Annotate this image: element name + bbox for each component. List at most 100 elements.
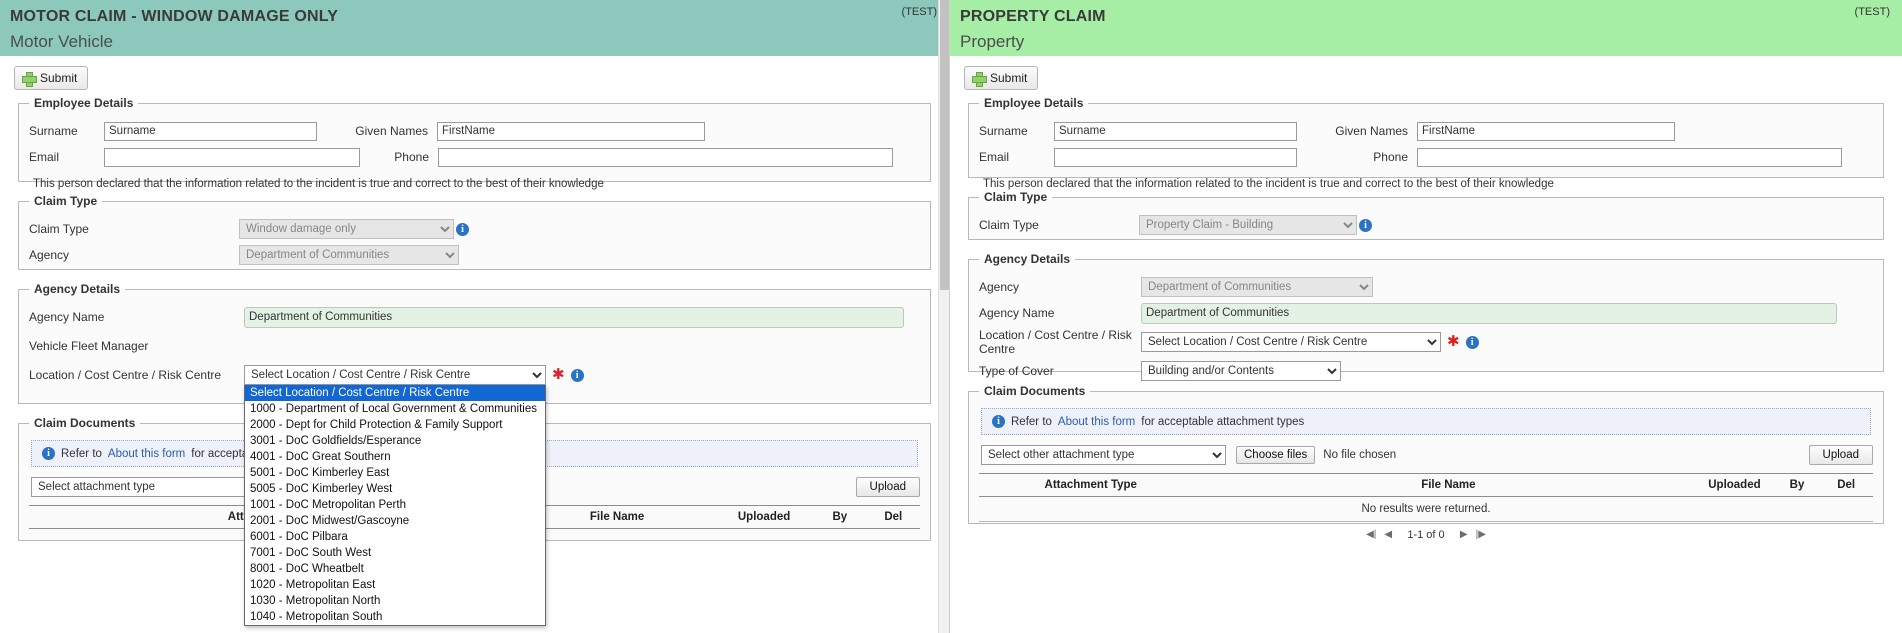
motor-agency-select[interactable]: Department of Communities xyxy=(239,245,459,265)
info-icon[interactable]: i xyxy=(456,222,469,236)
motor-email-input[interactable] xyxy=(104,147,360,167)
property-cover-select[interactable]: Building and/or Contents xyxy=(1141,361,1341,381)
property-agency-select[interactable]: Department of Communities xyxy=(1141,277,1373,297)
property-test-tag: (TEST) xyxy=(1854,6,1890,18)
pager-next-icon[interactable]: ▶ xyxy=(1457,528,1471,542)
choose-files-button[interactable]: Choose files xyxy=(1236,446,1316,464)
property-cover-label: Type of Cover xyxy=(979,364,1054,378)
motor-agency-name-field xyxy=(244,306,904,328)
property-agency-details-legend: Agency Details xyxy=(984,252,1071,266)
location-option-7[interactable]: 1001 - DoC Metropolitan Perth xyxy=(245,497,545,513)
property-banner-subtitle: Property xyxy=(960,32,1025,51)
motor-surname-input[interactable] xyxy=(104,121,317,141)
property-location-select[interactable]: Select Location / Cost Centre / Risk Cen… xyxy=(1141,332,1441,352)
location-option-2[interactable]: 2000 - Dept for Child Protection & Famil… xyxy=(245,417,545,433)
property-given-names-label: Given Names xyxy=(1335,124,1408,138)
property-notice-prefix: Refer to xyxy=(1011,415,1052,428)
motor-claim-pane: MOTOR CLAIM - WINDOW DAMAGE ONLY Motor V… xyxy=(0,0,950,633)
pager-first-icon[interactable]: ◀| xyxy=(1364,528,1378,542)
location-option-14[interactable]: 1040 - Metropolitan South xyxy=(245,609,545,625)
property-attachment-notice: i Refer to About this form for acceptabl… xyxy=(981,408,1871,435)
motor-claim-type-select[interactable]: Window damage only xyxy=(239,219,454,239)
motor-location-label: Location / Cost Centre / Risk Centre xyxy=(29,368,222,382)
location-option-13[interactable]: 1030 - Metropolitan North xyxy=(245,593,545,609)
property-attachment-type-select[interactable]: Select other attachment type xyxy=(981,445,1226,465)
location-option-3[interactable]: 3001 - DoC Goldfields/Esperance xyxy=(245,433,545,449)
location-option-12[interactable]: 1020 - Metropolitan East xyxy=(245,577,545,593)
property-claim-type-label: Claim Type xyxy=(979,218,1039,232)
pager-prev-icon[interactable]: ◀ xyxy=(1381,528,1395,542)
motor-agency-label: Agency xyxy=(29,248,70,262)
property-upload-button[interactable]: Upload xyxy=(1808,445,1873,465)
property-email-input[interactable] xyxy=(1054,147,1297,167)
info-icon[interactable]: i xyxy=(1359,218,1372,232)
motor-col-uploaded: Uploaded xyxy=(715,505,814,529)
motor-banner: MOTOR CLAIM - WINDOW DAMAGE ONLY Motor V… xyxy=(0,0,949,56)
property-declaration-text: This person declared that the informatio… xyxy=(983,178,1554,190)
location-option-4[interactable]: 4001 - DoC Great Southern xyxy=(245,449,545,465)
property-employee-details-fieldset: Employee Details Surname Given Names Ema… xyxy=(968,96,1884,190)
pager-last-icon[interactable]: |▶ xyxy=(1474,528,1488,542)
property-claim-documents-legend: Claim Documents xyxy=(984,384,1086,398)
info-icon[interactable]: i xyxy=(1465,335,1479,349)
property-col-del: Del xyxy=(1819,473,1873,497)
motor-pane-scroll-thumb[interactable] xyxy=(940,0,949,290)
property-surname-input[interactable] xyxy=(1054,121,1297,141)
location-option-0[interactable]: Select Location / Cost Centre / Risk Cen… xyxy=(245,385,545,401)
motor-pane-scrollbar[interactable] xyxy=(938,0,949,633)
plus-icon xyxy=(972,71,987,87)
property-claim-type-select[interactable]: Property Claim - Building xyxy=(1139,215,1357,235)
motor-submit-button[interactable]: Submit xyxy=(14,66,89,90)
motor-phone-input[interactable] xyxy=(438,147,893,167)
location-option-11[interactable]: 8001 - DoC Wheatbelt xyxy=(245,561,545,577)
property-employee-legend: Employee Details xyxy=(984,96,1084,110)
motor-claim-type-legend: Claim Type xyxy=(34,194,98,208)
location-option-9[interactable]: 6001 - DoC Pilbara xyxy=(245,529,545,545)
info-icon: i xyxy=(992,415,1005,428)
location-option-6[interactable]: 5005 - DoC Kimberley West xyxy=(245,481,545,497)
location-option-10[interactable]: 7001 - DoC South West xyxy=(245,545,545,561)
motor-location-dropdown-list[interactable]: Select Location / Cost Centre / Risk Cen… xyxy=(244,385,546,626)
motor-fleet-manager-label: Vehicle Fleet Manager xyxy=(29,339,149,353)
motor-location-select[interactable]: Select Location / Cost Centre / Risk Cen… xyxy=(244,365,546,385)
property-notice-suffix: for acceptable attachment types xyxy=(1141,415,1305,428)
motor-upload-button[interactable]: Upload xyxy=(855,477,920,497)
motor-claim-type-fieldset: Claim Type Claim Type Window damage only… xyxy=(18,194,931,270)
property-given-names-input[interactable] xyxy=(1417,121,1675,141)
property-no-results-message: No results were returned. xyxy=(979,496,1873,522)
motor-claim-type-label: Claim Type xyxy=(29,222,89,236)
property-agency-name-field xyxy=(1141,302,1837,324)
motor-col-by: By xyxy=(813,505,867,529)
pager-range-label: 1-1 of 0 xyxy=(1407,529,1445,541)
location-option-1[interactable]: 1000 - Department of Local Government & … xyxy=(245,401,545,417)
property-documents-table: Attachment Type File Name Uploaded By De… xyxy=(979,473,1873,522)
motor-given-names-label: Given Names xyxy=(355,124,428,138)
info-icon: i xyxy=(42,447,55,460)
property-about-this-form-link[interactable]: About this form xyxy=(1058,416,1135,428)
motor-agency-details-fieldset: Agency Details Agency Name Vehicle Fleet… xyxy=(18,282,931,626)
property-banner: PROPERTY CLAIM Property (TEST) xyxy=(950,0,1902,56)
property-submit-button[interactable]: Submit xyxy=(964,66,1039,90)
property-claim-type-fieldset: Claim Type Claim Type Property Claim - B… xyxy=(968,190,1884,240)
motor-about-this-form-link[interactable]: About this form xyxy=(108,448,185,460)
property-phone-label: Phone xyxy=(1373,150,1408,164)
motor-test-tag: (TEST) xyxy=(901,6,937,18)
motor-given-names-input[interactable] xyxy=(437,121,705,141)
property-upload-row: Select other attachment type Choose file… xyxy=(981,445,1873,465)
property-col-attachment-type: Attachment Type xyxy=(979,473,1203,497)
motor-claim-documents-legend: Claim Documents xyxy=(34,416,136,430)
info-icon[interactable]: i xyxy=(570,368,584,382)
property-phone-input[interactable] xyxy=(1417,147,1842,167)
motor-notice-prefix: Refer to xyxy=(61,447,102,460)
motor-surname-label: Surname xyxy=(29,124,78,138)
property-table-empty-row: No results were returned. xyxy=(979,496,1873,522)
motor-submit-label: Submit xyxy=(40,71,78,85)
property-agency-label: Agency xyxy=(979,280,1020,294)
no-file-chosen-label: No file chosen xyxy=(1323,449,1397,461)
location-option-8[interactable]: 2001 - DoC Midwest/Gascoyne xyxy=(245,513,545,529)
property-agency-name-label: Agency Name xyxy=(979,306,1055,320)
motor-employee-legend: Employee Details xyxy=(34,96,134,110)
location-option-5[interactable]: 5001 - DoC Kimberley East xyxy=(245,465,545,481)
motor-phone-label: Phone xyxy=(394,150,429,164)
property-email-label: Email xyxy=(979,150,1010,164)
